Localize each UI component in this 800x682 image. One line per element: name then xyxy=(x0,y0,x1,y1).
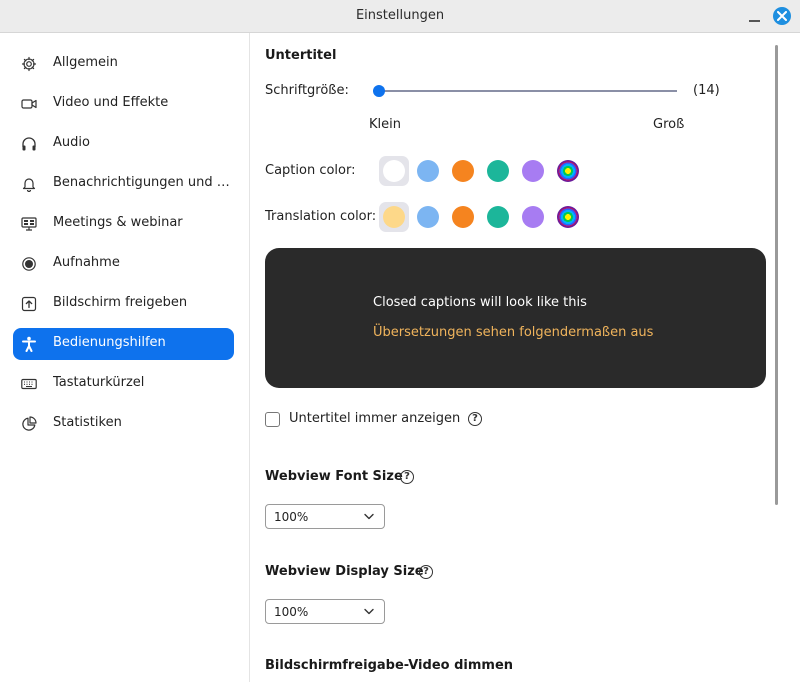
webview-font-size-select[interactable]: 100% xyxy=(265,504,385,529)
scrollbar[interactable] xyxy=(775,45,778,505)
translation-color-label: Translation color: xyxy=(265,209,377,224)
translation-color-teal[interactable] xyxy=(487,206,509,228)
settings-window: Einstellungen Allgemein Video und Effekt… xyxy=(0,0,800,682)
webview-display-size-select[interactable]: 100% xyxy=(265,599,385,624)
sidebar-item-label: Bildschirm freigeben xyxy=(53,295,188,310)
record-icon xyxy=(22,257,36,271)
help-icon[interactable]: ? xyxy=(468,412,482,426)
meetings-icon xyxy=(21,217,37,231)
font-size-max-label: Groß xyxy=(653,117,685,132)
translation-color-yellow[interactable] xyxy=(379,202,409,232)
sidebar-item-allgemein[interactable]: Allgemein xyxy=(13,48,234,80)
subtitles-section-title: Untertitel xyxy=(265,48,337,63)
sidebar-item-statistics[interactable]: Statistiken xyxy=(13,408,234,440)
sidebar-item-label: Tastaturkürzel xyxy=(53,375,145,390)
sidebar-item-label: Statistiken xyxy=(53,415,122,430)
color-swatch xyxy=(383,160,405,182)
chevron-down-icon xyxy=(364,608,374,615)
caption-color-teal[interactable] xyxy=(487,160,509,182)
webview-font-size-title: Webview Font Size xyxy=(265,469,403,484)
keyboard-icon xyxy=(21,378,37,390)
sidebar-item-label: Allgemein xyxy=(53,55,118,70)
caption-preview-text: Closed captions will look like this xyxy=(373,295,587,310)
translation-color-orange[interactable] xyxy=(452,206,474,228)
help-icon[interactable]: ? xyxy=(419,565,433,579)
translation-color-blue[interactable] xyxy=(417,206,439,228)
dim-video-title: Bildschirmfreigabe-Video dimmen xyxy=(265,658,514,673)
select-value: 100% xyxy=(274,605,309,619)
caption-color-orange[interactable] xyxy=(452,160,474,182)
font-size-value: (14) xyxy=(693,83,720,98)
gear-icon xyxy=(21,56,37,72)
close-icon xyxy=(777,11,787,21)
font-size-slider-thumb[interactable] xyxy=(373,85,385,97)
translation-color-purple[interactable] xyxy=(522,206,544,228)
sidebar-item-label: Bedienungshilfen xyxy=(53,335,166,350)
select-value: 100% xyxy=(274,510,309,524)
caption-preview: Closed captions will look like this Über… xyxy=(265,248,766,388)
color-swatch xyxy=(383,206,405,228)
video-camera-icon xyxy=(21,99,37,109)
sidebar-item-label: Audio xyxy=(53,135,90,150)
help-icon[interactable]: ? xyxy=(400,470,414,484)
sidebar-item-recording[interactable]: Aufnahme xyxy=(13,248,234,280)
sidebar-item-label: Aufnahme xyxy=(53,255,120,270)
sidebar-item-video[interactable]: Video und Effekte xyxy=(13,88,234,120)
sidebar-item-label: Video und Effekte xyxy=(53,95,169,110)
caption-color-white[interactable] xyxy=(379,156,409,186)
font-size-min-label: Klein xyxy=(369,117,401,132)
always-show-captions-label: Untertitel immer anzeigen xyxy=(289,411,461,426)
sidebar-item-shortcuts[interactable]: Tastaturkürzel xyxy=(13,368,234,400)
sidebar-item-audio[interactable]: Audio xyxy=(13,128,234,160)
share-screen-icon xyxy=(21,296,37,312)
pie-chart-icon xyxy=(22,416,37,431)
sidebar-item-meetings[interactable]: Meetings & webinar xyxy=(13,208,234,240)
close-button[interactable] xyxy=(773,7,791,25)
caption-color-label: Caption color: xyxy=(265,163,356,178)
sidebar-item-notifications[interactable]: Benachrichtigungen und So... xyxy=(13,168,235,200)
window-title: Einstellungen xyxy=(355,8,445,23)
font-size-slider-track[interactable] xyxy=(379,90,677,92)
bell-icon xyxy=(22,178,36,192)
sidebar: Allgemein Video und Effekte Audio Benach… xyxy=(0,33,250,682)
font-size-label: Schriftgröße: xyxy=(265,83,349,98)
translation-color-rainbow[interactable] xyxy=(557,206,579,228)
title-bar: Einstellungen xyxy=(0,0,800,33)
sidebar-item-share-screen[interactable]: Bildschirm freigeben xyxy=(13,288,234,320)
caption-color-rainbow[interactable] xyxy=(557,160,579,182)
accessibility-icon xyxy=(22,336,36,352)
webview-display-size-title: Webview Display Size xyxy=(265,564,424,579)
caption-color-purple[interactable] xyxy=(522,160,544,182)
chevron-down-icon xyxy=(364,513,374,520)
headphones-icon xyxy=(22,137,36,151)
sidebar-item-label: Meetings & webinar xyxy=(53,215,183,230)
sidebar-item-label: Benachrichtigungen und So... xyxy=(53,175,235,190)
settings-content: Untertitel Schriftgröße: (14) Klein Groß… xyxy=(251,33,800,682)
sidebar-item-accessibility[interactable]: Bedienungshilfen xyxy=(13,328,234,360)
caption-color-blue[interactable] xyxy=(417,160,439,182)
always-show-captions-checkbox[interactable] xyxy=(265,412,280,427)
minimize-button[interactable] xyxy=(748,9,762,23)
translation-preview-text: Übersetzungen sehen folgendermaßen aus xyxy=(373,325,654,340)
